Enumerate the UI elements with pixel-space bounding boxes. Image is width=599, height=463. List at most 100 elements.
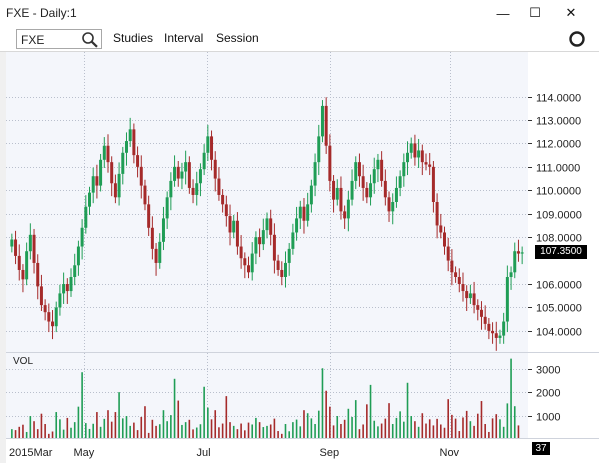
time-tick-label: Jul bbox=[197, 447, 211, 459]
volume-bar bbox=[162, 410, 165, 439]
volume-bar bbox=[188, 419, 191, 439]
volume-bar bbox=[96, 412, 98, 439]
volume-bar bbox=[273, 418, 276, 439]
candle-body bbox=[62, 284, 66, 294]
candle-body bbox=[213, 159, 217, 179]
candle-body bbox=[324, 105, 328, 146]
candle-body bbox=[150, 227, 154, 249]
candle-body bbox=[154, 248, 158, 263]
candle-body bbox=[420, 150, 424, 163]
volume-bar bbox=[491, 418, 494, 439]
volume-bar bbox=[366, 404, 368, 439]
price-axis-ticks: 114.0000 113.0000 112.0000 111.0000 110.0000… bbox=[528, 93, 582, 339]
candle-body bbox=[350, 180, 354, 200]
candle-body bbox=[306, 204, 310, 221]
candle-body bbox=[502, 321, 506, 336]
volume-bar bbox=[380, 423, 383, 439]
candle-body bbox=[88, 192, 92, 207]
maximize-button[interactable]: ☐ bbox=[516, 0, 554, 26]
price-plot bbox=[6, 52, 528, 352]
volume-bar bbox=[221, 423, 224, 439]
volume-value-corner: 37 bbox=[528, 438, 599, 463]
symbol-input[interactable]: FXE bbox=[16, 29, 102, 49]
candle-body bbox=[102, 145, 106, 160]
volume-bar bbox=[166, 421, 168, 439]
candle-body bbox=[198, 169, 202, 184]
search-icon[interactable] bbox=[81, 31, 99, 48]
volume-bar bbox=[480, 401, 483, 439]
volume-bar bbox=[158, 424, 161, 439]
volume-bar bbox=[225, 396, 228, 439]
candle-body bbox=[158, 241, 162, 263]
time-axis: 2015Mar May Jul Sep Nov bbox=[6, 438, 528, 463]
volume-bar bbox=[170, 415, 172, 439]
volume-bar bbox=[66, 417, 69, 439]
candle-body bbox=[265, 218, 269, 231]
volume-bar bbox=[499, 419, 501, 439]
candle-body bbox=[479, 309, 483, 317]
candle-body bbox=[217, 178, 221, 195]
last-price-badge: 107.3500 bbox=[535, 245, 587, 260]
volume-bar bbox=[114, 412, 117, 439]
volume-bar bbox=[303, 410, 305, 439]
candle-body bbox=[461, 284, 465, 292]
candle-body bbox=[509, 272, 513, 277]
candle-body bbox=[132, 129, 136, 156]
volume-bar bbox=[465, 410, 468, 439]
candle-body bbox=[376, 159, 380, 170]
candle-body bbox=[417, 150, 421, 158]
volume-bar bbox=[81, 372, 83, 439]
candle-body bbox=[58, 293, 62, 308]
price-tick-label: 112.0000 bbox=[536, 139, 581, 151]
volume-bar bbox=[495, 414, 498, 439]
last-volume-badge: 37 bbox=[532, 442, 550, 455]
volume-bar bbox=[173, 378, 176, 439]
time-tick-label: 2015Mar bbox=[9, 447, 53, 459]
candle-body bbox=[173, 166, 177, 181]
candle-body bbox=[210, 136, 214, 160]
volume-bar bbox=[510, 358, 512, 439]
volume-bar bbox=[428, 419, 431, 439]
menu-studies[interactable]: Studies bbox=[113, 31, 153, 45]
candle-body bbox=[295, 218, 299, 233]
close-button[interactable]: ✕ bbox=[552, 0, 590, 26]
volume-bar bbox=[59, 419, 61, 439]
candle-body bbox=[487, 323, 491, 331]
volume-bar bbox=[22, 424, 24, 439]
candle-body bbox=[10, 239, 14, 247]
candle-body bbox=[428, 164, 432, 167]
candle-body bbox=[69, 277, 73, 292]
menu-interval[interactable]: Interval bbox=[164, 31, 203, 45]
candle-body bbox=[424, 162, 428, 165]
ring-icon[interactable] bbox=[568, 30, 586, 48]
volume-bar bbox=[469, 421, 472, 439]
candle-body bbox=[516, 251, 520, 254]
volume-bar bbox=[310, 418, 313, 439]
menu-session[interactable]: Session bbox=[216, 31, 259, 45]
candle-body bbox=[391, 202, 395, 212]
candle-body bbox=[143, 185, 147, 205]
candle-body bbox=[309, 185, 313, 205]
candle-body bbox=[406, 152, 410, 163]
time-tick-label: Nov bbox=[440, 447, 460, 459]
volume-tick-label: 1000 bbox=[536, 412, 560, 424]
price-tick-label: 105.0000 bbox=[536, 303, 582, 315]
volume-bar bbox=[251, 424, 254, 439]
volume-bar bbox=[454, 418, 457, 439]
candle-body bbox=[195, 183, 199, 195]
volume-tick-label: 3000 bbox=[536, 365, 560, 377]
candle-body bbox=[73, 265, 77, 277]
volume-bar bbox=[362, 424, 364, 439]
volume-chart[interactable]: VOL bbox=[6, 352, 528, 439]
candle-body bbox=[21, 269, 25, 280]
price-axis: 114.0000 113.0000 112.0000 111.0000 110.0000… bbox=[528, 52, 599, 352]
price-tick-label: 108.0000 bbox=[536, 233, 582, 245]
candle-body bbox=[14, 239, 18, 256]
volume-bar bbox=[354, 400, 357, 439]
volume-bar bbox=[506, 403, 509, 439]
candle-body bbox=[513, 251, 517, 273]
candle-body bbox=[202, 152, 206, 170]
candle-body bbox=[439, 225, 443, 233]
price-chart[interactable] bbox=[6, 52, 528, 352]
candle-body bbox=[80, 227, 84, 247]
